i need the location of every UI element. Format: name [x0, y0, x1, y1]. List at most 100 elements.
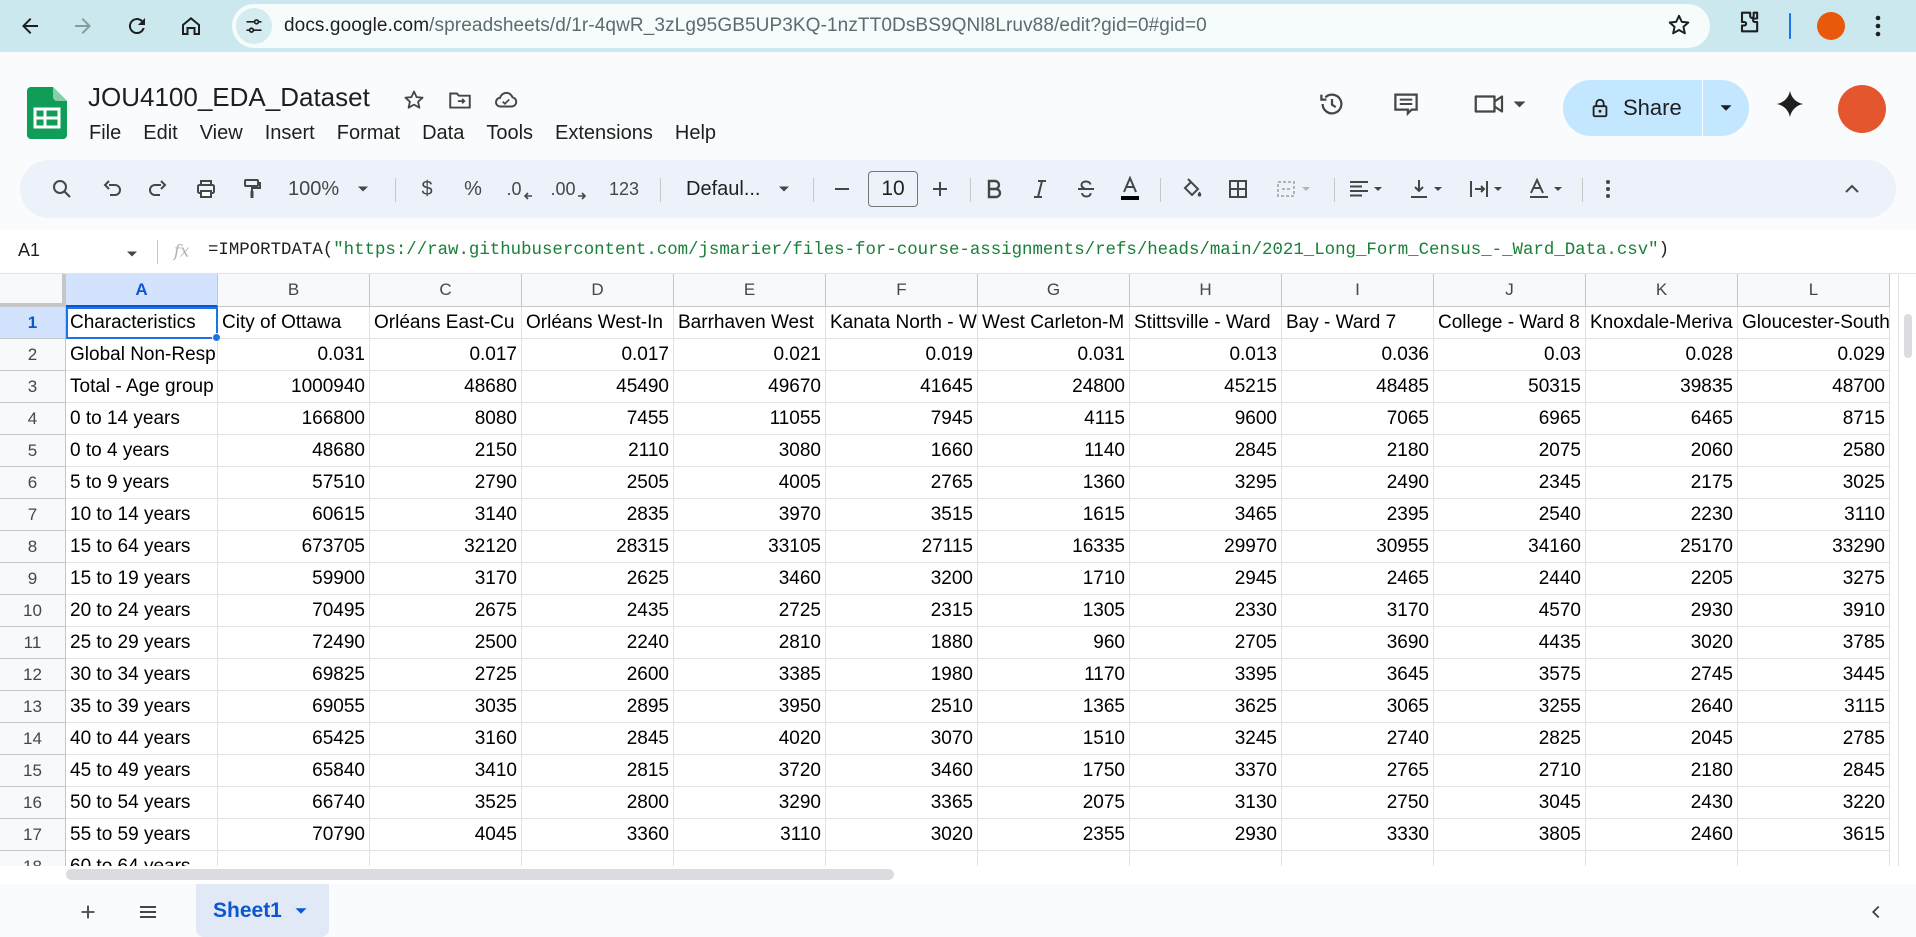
cell-d1[interactable]: Orléans West-In: [522, 307, 674, 339]
cell-e3[interactable]: 49670: [674, 371, 826, 403]
cell-c2[interactable]: 0.017: [370, 339, 522, 371]
extensions-button[interactable]: [1735, 8, 1763, 36]
back-button[interactable]: [10, 6, 50, 46]
cell-k2[interactable]: 0.028: [1586, 339, 1738, 371]
column-header-h[interactable]: H: [1130, 274, 1282, 307]
cell-g4[interactable]: 4115: [978, 403, 1130, 435]
cell-k12[interactable]: 2745: [1586, 659, 1738, 691]
cell-a17[interactable]: 55 to 59 years: [66, 819, 218, 851]
cell-b7[interactable]: 60615: [218, 499, 370, 531]
cell-h9[interactable]: 2945: [1130, 563, 1282, 595]
cell-g11[interactable]: 960: [978, 627, 1130, 659]
cell-a6[interactable]: 5 to 9 years: [66, 467, 218, 499]
text-wrapping-button[interactable]: [1458, 169, 1516, 209]
horizontal-scrollbar[interactable]: [0, 866, 1916, 884]
cell-k6[interactable]: 2175: [1586, 467, 1738, 499]
cell-d18[interactable]: [522, 851, 674, 866]
formula-input[interactable]: =IMPORTDATA("https://raw.githubuserconte…: [208, 241, 1669, 260]
cell-b2[interactable]: 0.031: [218, 339, 370, 371]
row-header[interactable]: 15: [0, 755, 66, 787]
column-header-c[interactable]: C: [370, 274, 522, 307]
name-box[interactable]: A1: [18, 240, 40, 261]
column-header-f[interactable]: F: [826, 274, 978, 307]
cell-j10[interactable]: 4570: [1434, 595, 1586, 627]
row-header[interactable]: 12: [0, 659, 66, 691]
cell-d13[interactable]: 2895: [522, 691, 674, 723]
cell-h12[interactable]: 3395: [1130, 659, 1282, 691]
site-info-button[interactable]: [236, 8, 272, 44]
menu-format[interactable]: Format: [326, 118, 411, 149]
cell-j5[interactable]: 2075: [1434, 435, 1586, 467]
cell-e11[interactable]: 2810: [674, 627, 826, 659]
cell-f9[interactable]: 3200: [826, 563, 978, 595]
cell-l6[interactable]: 3025: [1738, 467, 1890, 499]
cell-i2[interactable]: 0.036: [1282, 339, 1434, 371]
collapse-menus-button[interactable]: [1832, 169, 1872, 209]
cell-d14[interactable]: 2845: [522, 723, 674, 755]
cell-f4[interactable]: 7945: [826, 403, 978, 435]
cell-g17[interactable]: 2355: [978, 819, 1130, 851]
cell-c4[interactable]: 8080: [370, 403, 522, 435]
row-header[interactable]: 11: [0, 627, 66, 659]
cell-f2[interactable]: 0.019: [826, 339, 978, 371]
explore-toggle-button[interactable]: [1858, 894, 1894, 930]
font-size-value[interactable]: 10: [868, 171, 918, 207]
row-header[interactable]: 13: [0, 691, 66, 723]
cell-j13[interactable]: 3255: [1434, 691, 1586, 723]
star-doc-button[interactable]: [398, 84, 430, 116]
cell-i3[interactable]: 48485: [1282, 371, 1434, 403]
cell-h4[interactable]: 9600: [1130, 403, 1282, 435]
share-main[interactable]: Share: [1563, 80, 1703, 136]
cell-k14[interactable]: 2045: [1586, 723, 1738, 755]
share-options-button[interactable]: [1703, 97, 1749, 119]
cell-a18[interactable]: 60 to 64 years: [66, 851, 218, 866]
cell-a5[interactable]: 0 to 4 years: [66, 435, 218, 467]
cell-a10[interactable]: 20 to 24 years: [66, 595, 218, 627]
cell-g16[interactable]: 2075: [978, 787, 1130, 819]
cell-d10[interactable]: 2435: [522, 595, 674, 627]
percent-format-button[interactable]: %: [456, 169, 490, 209]
cell-b9[interactable]: 59900: [218, 563, 370, 595]
cell-i10[interactable]: 3170: [1282, 595, 1434, 627]
cell-c6[interactable]: 2790: [370, 467, 522, 499]
cell-l16[interactable]: 3220: [1738, 787, 1890, 819]
cell-l7[interactable]: 3110: [1738, 499, 1890, 531]
cell-j17[interactable]: 3805: [1434, 819, 1586, 851]
spreadsheet-grid[interactable]: A B C D E F G H I J K L 1 Characteristics City of Otta…: [0, 274, 1916, 866]
row-header[interactable]: 10: [0, 595, 66, 627]
cell-j15[interactable]: 2710: [1434, 755, 1586, 787]
menu-edit[interactable]: Edit: [132, 118, 188, 149]
cell-b3[interactable]: 1000940: [218, 371, 370, 403]
cell-e10[interactable]: 2725: [674, 595, 826, 627]
version-history-button[interactable]: [1310, 82, 1354, 126]
cell-i8[interactable]: 30955: [1282, 531, 1434, 563]
cell-e12[interactable]: 3385: [674, 659, 826, 691]
cell-k7[interactable]: 2230: [1586, 499, 1738, 531]
cell-j8[interactable]: 34160: [1434, 531, 1586, 563]
strikethrough-button[interactable]: [1066, 169, 1106, 209]
increase-decimal-button[interactable]: .00: [546, 169, 592, 209]
decrease-decimal-button[interactable]: .0: [500, 169, 540, 209]
menu-help[interactable]: Help: [664, 118, 727, 149]
cell-k10[interactable]: 2930: [1586, 595, 1738, 627]
cell-i9[interactable]: 2465: [1282, 563, 1434, 595]
cell-l3[interactable]: 48700: [1738, 371, 1890, 403]
cell-j18[interactable]: [1434, 851, 1586, 866]
cell-h6[interactable]: 3295: [1130, 467, 1282, 499]
cell-e18[interactable]: [674, 851, 826, 866]
cell-g18[interactable]: [978, 851, 1130, 866]
cell-c10[interactable]: 2675: [370, 595, 522, 627]
cell-f18[interactable]: [826, 851, 978, 866]
cell-i4[interactable]: 7065: [1282, 403, 1434, 435]
cell-h18[interactable]: [1130, 851, 1282, 866]
cell-h2[interactable]: 0.013: [1130, 339, 1282, 371]
cell-l18[interactable]: [1738, 851, 1890, 866]
account-avatar[interactable]: [1838, 85, 1886, 133]
cell-b6[interactable]: 57510: [218, 467, 370, 499]
cell-h8[interactable]: 29970: [1130, 531, 1282, 563]
cell-f5[interactable]: 1660: [826, 435, 978, 467]
menu-data[interactable]: Data: [411, 118, 475, 149]
cell-l14[interactable]: 2785: [1738, 723, 1890, 755]
cell-i1[interactable]: Bay - Ward 7: [1282, 307, 1434, 339]
cell-j3[interactable]: 50315: [1434, 371, 1586, 403]
